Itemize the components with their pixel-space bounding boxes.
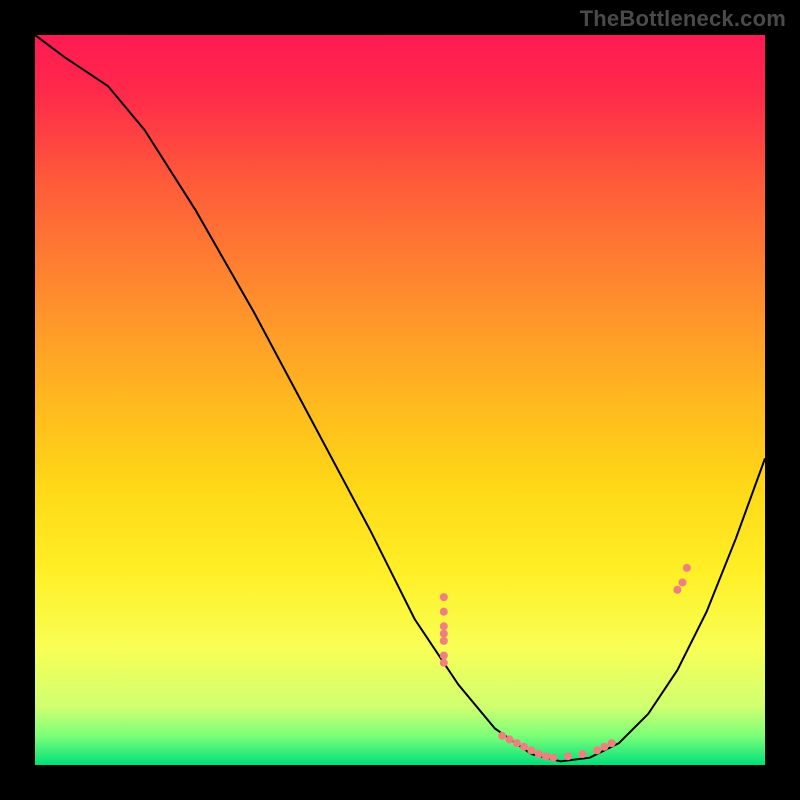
chart-frame: TheBottleneck.com — [0, 0, 800, 800]
data-point — [608, 739, 616, 747]
data-point — [440, 622, 448, 630]
data-point — [542, 752, 550, 760]
watermark-text: TheBottleneck.com — [580, 6, 786, 32]
bottleneck-curve — [35, 35, 765, 761]
data-point — [673, 586, 681, 594]
data-point — [527, 746, 535, 754]
data-point — [678, 578, 686, 586]
data-point — [440, 630, 448, 638]
data-point — [440, 593, 448, 601]
data-markers — [440, 564, 691, 762]
data-point — [520, 743, 528, 751]
data-point — [564, 752, 572, 760]
data-point — [549, 754, 557, 762]
data-point — [440, 651, 448, 659]
chart-curve — [35, 35, 765, 765]
data-point — [578, 750, 586, 758]
data-point — [440, 659, 448, 667]
data-point — [440, 608, 448, 616]
data-point — [513, 739, 521, 747]
data-point — [683, 564, 691, 572]
data-point — [498, 732, 506, 740]
data-point — [600, 743, 608, 751]
data-point — [440, 637, 448, 645]
plot-area — [35, 35, 765, 765]
data-point — [505, 735, 513, 743]
data-point — [593, 746, 601, 754]
data-point — [535, 750, 543, 758]
